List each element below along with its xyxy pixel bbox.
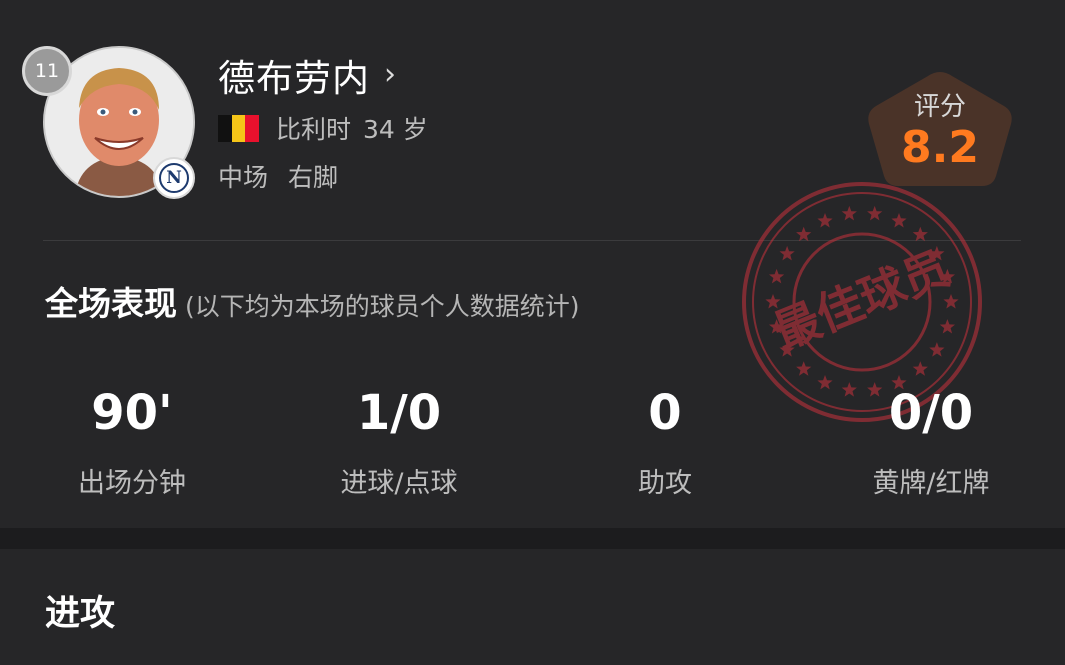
stamp-star-icon — [841, 205, 857, 221]
club-badge-icon: N — [153, 157, 195, 199]
stat-label: 出场分钟 — [78, 468, 186, 499]
stamp-star-icon — [769, 268, 785, 284]
shirt-number-badge: 11 — [22, 46, 72, 96]
player-position: 中场 — [218, 163, 269, 192]
stat-value: 0/0 — [888, 385, 974, 441]
performance-stats: 90' 出场分钟 1/0 进球/点球 0 助攻 0/0 黄牌/红牌 — [0, 385, 1065, 505]
chevron-right-icon: › — [384, 57, 396, 92]
stamp-star-icon — [867, 205, 883, 221]
rating-label: 评分 — [913, 92, 966, 122]
stat-value: 1/0 — [356, 385, 442, 441]
rating-badge: 评分 8.2 — [864, 70, 1016, 188]
shirt-number: 11 — [34, 60, 60, 82]
stat-value: 90' — [91, 385, 173, 441]
attack-title: 进攻 — [45, 594, 116, 634]
player-country: 比利时 — [276, 115, 352, 144]
stat-minutes: 90' 出场分钟 — [22, 385, 242, 500]
attack-section — [0, 549, 1065, 665]
stat-value: 0 — [648, 385, 682, 441]
stat-goals-penalties: 1/0 进球/点球 — [289, 385, 509, 500]
stat-cards: 0/0 黄牌/红牌 — [821, 385, 1041, 500]
stat-assists: 0 助攻 — [555, 385, 775, 500]
player-foot: 右脚 — [288, 163, 339, 192]
performance-header: 全场表现 (以下均为本场的球员个人数据统计) — [45, 277, 580, 325]
stamp-text: 最佳球员 — [766, 241, 957, 360]
stat-label: 黄牌/红牌 — [872, 468, 990, 499]
player-name: 德布劳内 — [218, 57, 370, 100]
stat-label: 助攻 — [638, 468, 692, 499]
player-position-row: 中场 右脚 — [218, 158, 338, 194]
player-meta: 比利时 34 岁 — [218, 110, 428, 146]
stamp-star-icon — [891, 213, 907, 228]
stamp-star-icon — [817, 213, 833, 228]
performance-note: (以下均为本场的球员个人数据统计) — [185, 292, 580, 321]
stamp-star-icon — [779, 245, 795, 261]
stamp-star-icon — [943, 294, 959, 309]
stamp-star-icon — [912, 361, 928, 376]
stamp-star-icon — [796, 361, 812, 376]
stamp-star-icon — [929, 342, 945, 357]
stamp-star-icon — [912, 226, 928, 242]
rating-value: 8.2 — [901, 122, 979, 173]
belgium-flag-icon — [218, 114, 260, 142]
club-badge-letter: N — [159, 163, 189, 193]
player-name-link[interactable]: 德布劳内 › — [218, 48, 396, 102]
performance-title: 全场表现 — [45, 284, 177, 323]
stat-label: 进球/点球 — [340, 468, 458, 499]
section-separator — [0, 528, 1065, 549]
stamp-star-icon — [939, 319, 955, 334]
player-age: 34 岁 — [363, 115, 428, 144]
stamp-star-icon — [796, 226, 812, 242]
